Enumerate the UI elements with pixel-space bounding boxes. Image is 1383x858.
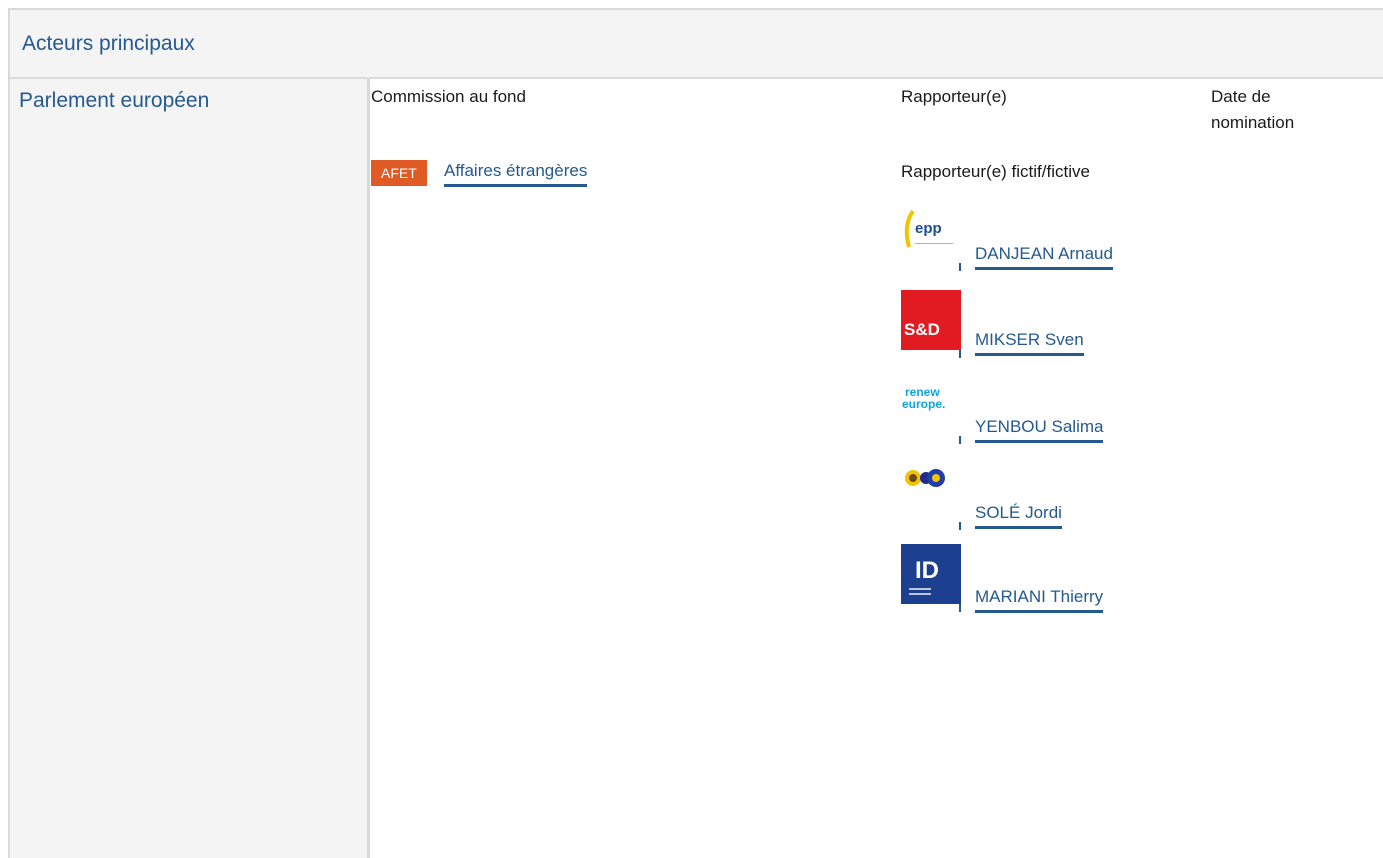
svg-text:ID: ID — [915, 557, 939, 584]
institution-column: Parlement européen — [10, 79, 370, 858]
epp-logo-graphic: epp — [904, 209, 953, 248]
epp-logo: epp — [901, 203, 961, 263]
rapporteur-column-header: Rapporteur(e) — [901, 87, 1007, 106]
section-header: Acteurs principaux — [10, 10, 1383, 79]
svg-text:epp: epp — [915, 220, 942, 237]
greens-efa-logo — [901, 462, 961, 522]
id-logo: ID — [901, 544, 961, 604]
date-header-line1: Date de — [1211, 87, 1271, 106]
shadow-rapporteur-label: Rapporteur(e) fictif/fictive — [901, 162, 1090, 181]
date-column-header: Date de nomination — [1211, 84, 1294, 136]
institution-name: Parlement européen — [19, 89, 210, 112]
link-tick — [959, 350, 961, 358]
renew-europe-logo: renew europe. — [901, 376, 961, 436]
committee-code-badge: AFET — [371, 160, 427, 186]
committee-link[interactable]: Affaires étrangères — [444, 160, 588, 187]
id-logo-graphic: ID — [909, 557, 939, 595]
sd-logo-graphic: S&D — [904, 320, 940, 339]
committee-column-header: Commission au fond — [371, 87, 526, 106]
svg-text:europe.: europe. — [902, 397, 945, 411]
shadow-rapporteur-link[interactable]: MIKSER Sven — [975, 329, 1084, 356]
link-tick — [959, 436, 961, 444]
link-tick — [959, 263, 961, 271]
link-tick — [959, 604, 961, 612]
sd-logo: S&D — [901, 290, 961, 350]
greens-logo-graphic — [905, 469, 945, 487]
shadow-rapporteur-link[interactable]: YENBOU Salima — [975, 416, 1104, 443]
shadow-rapporteur-link[interactable]: DANJEAN Arnaud — [975, 243, 1113, 270]
link-tick — [959, 522, 961, 530]
renew-logo-graphic: renew europe. — [902, 385, 945, 411]
date-header-line2: nomination — [1211, 113, 1295, 132]
shadow-rapporteur-link[interactable]: SOLÉ Jordi — [975, 502, 1062, 529]
section-title: Acteurs principaux — [22, 32, 195, 55]
svg-text:S&D: S&D — [904, 320, 940, 339]
shadow-rapporteur-link[interactable]: MARIANI Thierry — [975, 586, 1104, 613]
